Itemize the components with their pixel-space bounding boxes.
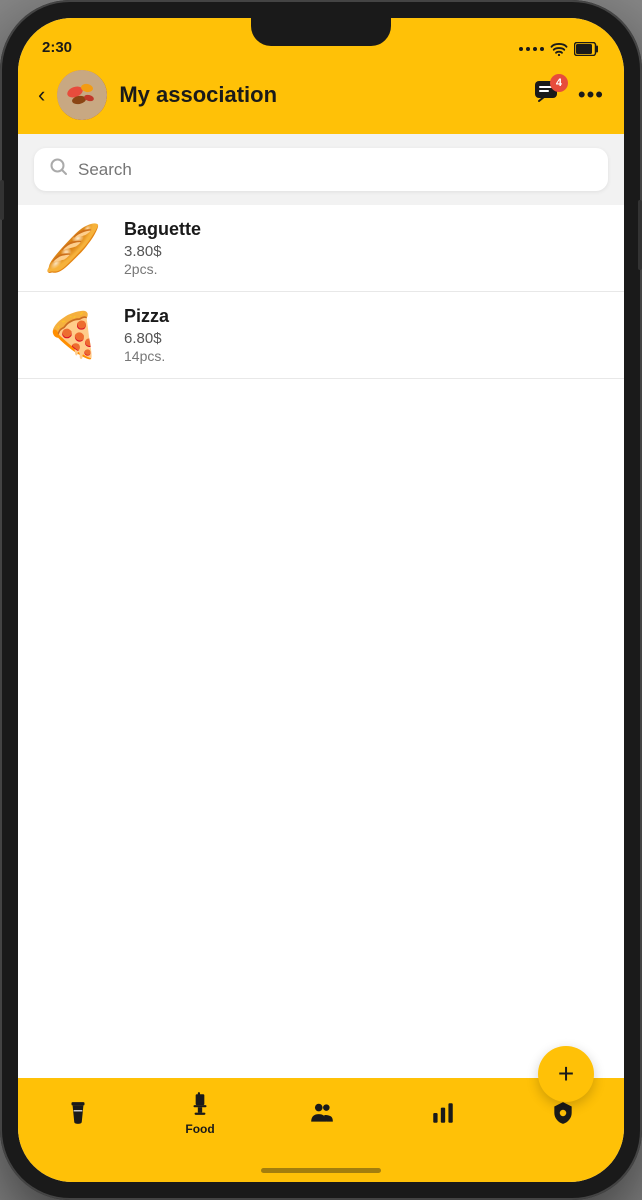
phone-screen: 2:30: [18, 18, 624, 1182]
product-price: 6.80$: [124, 330, 604, 347]
phone-frame: 2:30: [0, 0, 642, 1200]
product-name: Baguette: [124, 219, 604, 240]
header-actions: 4 •••: [534, 80, 604, 111]
product-info-pizza: Pizza 6.80$ 14pcs.: [124, 306, 604, 364]
product-image-baguette: 🥖: [38, 221, 108, 276]
home-bar: [261, 1168, 381, 1173]
search-icon: [50, 158, 68, 181]
bottom-nav: Food: [18, 1078, 624, 1158]
product-list: 🥖 Baguette 3.80$ 2pcs. 🍕 Pizza 6: [18, 205, 624, 1078]
list-item[interactable]: 🥖 Baguette 3.80$ 2pcs.: [18, 205, 624, 292]
search-input[interactable]: [78, 160, 592, 180]
product-quantity: 2pcs.: [124, 261, 604, 277]
search-container: [18, 134, 624, 205]
volume-button: [0, 180, 4, 220]
notification-badge: 4: [550, 74, 568, 92]
signal-icon: [519, 47, 544, 51]
page-title: My association: [119, 82, 522, 108]
power-button: [638, 200, 642, 270]
notifications-button[interactable]: 4: [534, 80, 562, 111]
list-item[interactable]: 🍕 Pizza 6.80$ 14pcs.: [18, 292, 624, 379]
avatar-image: [57, 70, 107, 120]
header: ‹ My association: [18, 62, 624, 134]
home-indicator: [18, 1158, 624, 1182]
add-fab-button[interactable]: +: [538, 1046, 594, 1102]
more-options-button[interactable]: •••: [578, 82, 604, 108]
status-time: 2:30: [42, 39, 72, 56]
avatar: [57, 70, 107, 120]
status-icons: [519, 42, 600, 56]
people-icon: [308, 1099, 336, 1127]
nav-item-stats[interactable]: [417, 1095, 469, 1131]
nav-item-drink[interactable]: [52, 1095, 104, 1131]
chart-icon: [429, 1099, 457, 1127]
food-icon: [186, 1090, 214, 1118]
battery-icon: [574, 42, 600, 56]
drink-icon: [64, 1099, 92, 1127]
notch: [251, 18, 391, 46]
content-area: 🥖 Baguette 3.80$ 2pcs. 🍕 Pizza 6: [18, 134, 624, 1078]
wifi-icon: [550, 42, 568, 56]
nav-item-food[interactable]: Food: [173, 1086, 226, 1140]
shield-icon: [549, 1099, 577, 1127]
product-price: 3.80$: [124, 243, 604, 260]
product-quantity: 14pcs.: [124, 348, 604, 364]
back-button[interactable]: ‹: [38, 82, 45, 108]
nav-label-food: Food: [185, 1122, 214, 1136]
nav-item-people[interactable]: [296, 1095, 348, 1131]
product-info-baguette: Baguette 3.80$ 2pcs.: [124, 219, 604, 277]
search-bar: [34, 148, 608, 191]
product-name: Pizza: [124, 306, 604, 327]
product-image-pizza: 🍕: [38, 308, 108, 363]
